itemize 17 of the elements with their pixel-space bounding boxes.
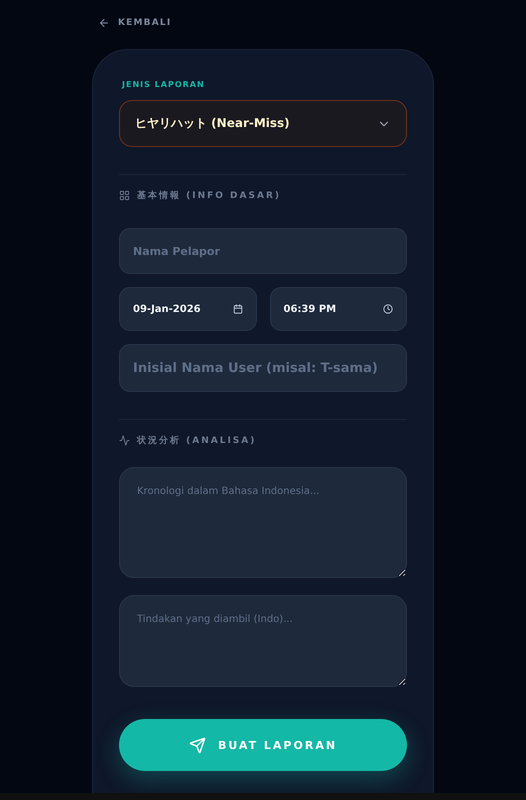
section-heading: 状況分析 (ANALISA) [137,434,256,447]
time-field[interactable]: 06:39 PM [270,287,407,331]
back-arrow-icon [98,17,110,29]
calendar-icon [232,304,242,314]
chronology-textarea[interactable]: Kronologi dalam Bahasa Indonesia... [119,467,407,578]
field-label: JENIS LAPORAN [122,80,205,89]
reporter-name-field[interactable]: Nama Pelapor [119,228,407,274]
action-taken-textarea[interactable]: Tindakan yang diambil (Indo)... [119,595,407,687]
section-heading: 基本情報 (INFO DASAR) [137,189,281,202]
user-initials-field[interactable]: Inisial Nama User (misal: T-sama) [119,344,407,392]
back-link[interactable]: KEMBALI [98,15,172,31]
date-field[interactable]: 09-Jan-2026 [119,287,256,331]
grid-icon [119,190,130,201]
report-type-select[interactable]: ヒヤリハット (Near-Miss) [119,100,407,147]
clock-icon [383,304,393,314]
activity-icon [119,435,130,446]
send-icon [188,736,206,754]
